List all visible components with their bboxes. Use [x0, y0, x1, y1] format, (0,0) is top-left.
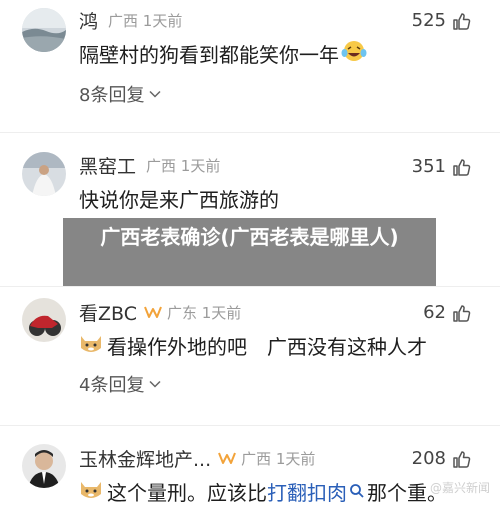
comment-text-content: 隔壁村的狗看到都能笑你一年 — [79, 42, 339, 67]
verified-badge-icon — [143, 304, 163, 320]
comment-header: 看ZBC 广东 1天前 — [79, 299, 242, 326]
comment-text-content: 看操作外地的吧 广西没有这种人才 — [107, 334, 427, 359]
thumbs-up-icon — [453, 304, 471, 322]
region-time: 广西 1天前 — [108, 11, 183, 30]
comment-header: 鸿 广西 1天前 — [79, 7, 183, 34]
comment-text: 快说你是来广西旅游的 — [79, 184, 279, 212]
like-button[interactable]: 208 — [412, 448, 472, 469]
replies-count: 8条回复 — [79, 85, 145, 106]
comment-header: 玉林金辉地产... 广西 1天前 — [79, 445, 316, 472]
comment-text-content: 快说你是来广西旅游的 — [79, 187, 279, 212]
thumbs-up-icon — [453, 450, 471, 468]
thumbs-up-icon — [453, 12, 471, 30]
comment-header: 黑窑工 广西 1天前 — [79, 152, 221, 179]
chevron-down-icon — [149, 380, 161, 388]
laughing-crying-emoji — [341, 40, 367, 67]
region-time: 广东 1天前 — [166, 303, 242, 322]
search-link[interactable]: 打翻扣肉 — [267, 477, 347, 506]
replies-toggle[interactable]: 4条回复 — [79, 372, 162, 396]
avatar[interactable] — [22, 152, 66, 196]
comment-text-prefix: 这个量刑。应该比 — [107, 480, 267, 505]
username[interactable]: 看ZBC — [79, 299, 137, 326]
overlay-title: 广西老表确诊(广西老表是哪里人) — [100, 225, 399, 249]
chevron-down-icon — [149, 90, 161, 98]
like-count: 525 — [411, 10, 446, 31]
divider — [0, 132, 500, 133]
like-count: 351 — [411, 156, 446, 177]
like-count: 62 — [423, 302, 446, 323]
comment-item: 玉林金辉地产... 广西 1天前 208 这个量刑。应该比 打翻扣肉 那个重。 … — [0, 436, 500, 506]
search-icon — [349, 483, 365, 499]
username[interactable]: 鸿 — [79, 7, 98, 34]
like-button[interactable]: 351 — [412, 156, 472, 177]
comment-item: 鸿 广西 1天前 525 隔壁村的狗看到都能笑你一年 8条回复 — [0, 0, 500, 140]
comment-item: 看ZBC 广东 1天前 62 看操作外地的吧 广西没有这种人才 4条回复 — [0, 290, 500, 436]
verified-badge-icon — [217, 450, 237, 466]
avatar[interactable] — [22, 8, 66, 52]
replies-toggle[interactable]: 8条回复 — [79, 82, 162, 106]
doge-emoji — [79, 478, 103, 505]
replies-count: 4条回复 — [79, 375, 145, 396]
avatar[interactable] — [22, 298, 66, 342]
region-time: 广西 1天前 — [146, 156, 221, 175]
like-button[interactable]: 62 — [423, 302, 472, 323]
watermark: @嘉兴新闻 — [429, 481, 490, 495]
comment-text: 看操作外地的吧 广西没有这种人才 — [79, 330, 427, 360]
username[interactable]: 玉林金辉地产... — [79, 445, 211, 472]
comment-text: 隔壁村的狗看到都能笑你一年 — [79, 38, 367, 68]
divider — [0, 286, 500, 287]
like-count: 208 — [411, 448, 446, 469]
region-time: 广西 1天前 — [241, 449, 316, 468]
doge-emoji — [79, 332, 103, 359]
avatar[interactable] — [22, 444, 66, 488]
title-overlay-banner: 广西老表确诊(广西老表是哪里人) — [63, 218, 436, 286]
like-button[interactable]: 525 — [412, 10, 472, 31]
username[interactable]: 黑窑工 — [79, 152, 136, 179]
thumbs-up-icon — [453, 158, 471, 176]
divider — [0, 425, 500, 426]
comment-text: 这个量刑。应该比 打翻扣肉 那个重。 — [79, 476, 447, 506]
